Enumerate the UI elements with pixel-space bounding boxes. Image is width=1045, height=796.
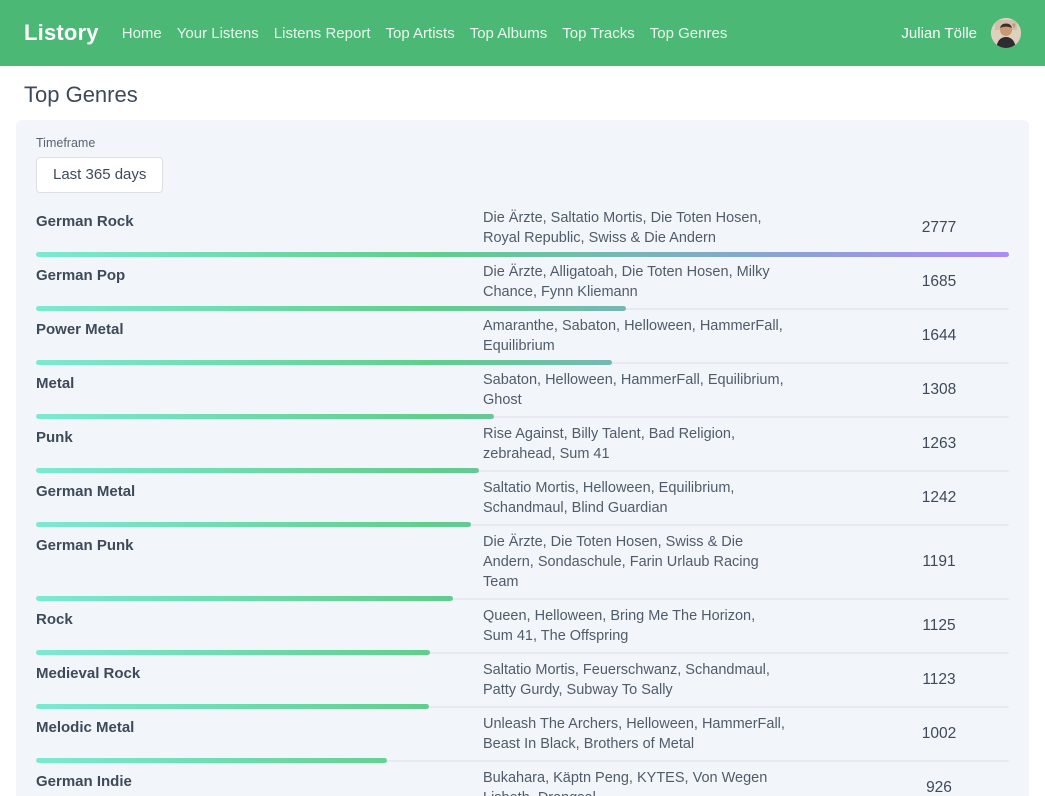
user-avatar-icon: [991, 18, 1021, 48]
genre-bar: [36, 704, 1009, 709]
genre-row: German Indie Bukahara, Käptn Peng, KYTES…: [36, 763, 1009, 796]
genre-bar-fill: [36, 360, 612, 365]
genre-name: German Rock: [36, 208, 483, 232]
genre-row: German Rock Die Ärzte, Saltatio Mortis, …: [36, 203, 1009, 257]
genre-bar: [36, 306, 1009, 311]
genre-row: Melodic Metal Unleash The Archers, Hello…: [36, 709, 1009, 763]
main-nav: Home Your Listens Listens Report Top Artist…: [122, 25, 728, 42]
genre-bar: [36, 758, 1009, 763]
user-name: Julian Tölle: [901, 25, 977, 42]
genre-row: German Metal Saltatio Mortis, Helloween,…: [36, 473, 1009, 527]
genre-name: Metal: [36, 370, 483, 394]
timeframe-select[interactable]: Last 365 days: [36, 157, 163, 193]
nav-item-top-tracks[interactable]: Top Tracks: [562, 25, 635, 42]
genre-top-artists: Saltatio Mortis, Feuerschwanz, Schandmau…: [483, 660, 788, 700]
nav-item-top-genres[interactable]: Top Genres: [650, 25, 728, 42]
genre-listen-count: 1002: [869, 725, 1009, 743]
nav-item-top-artists[interactable]: Top Artists: [386, 25, 455, 42]
genre-listen-count: 1242: [869, 489, 1009, 507]
genre-listen-count: 2777: [869, 219, 1009, 237]
genre-bar: [36, 414, 1009, 419]
genre-row: Punk Rise Against, Billy Talent, Bad Rel…: [36, 419, 1009, 473]
genre-name: Melodic Metal: [36, 714, 483, 738]
genre-listen-count: 1123: [869, 671, 1009, 689]
genre-name: German Metal: [36, 478, 483, 502]
genres-list: German Rock Die Ärzte, Saltatio Mortis, …: [36, 203, 1009, 796]
genre-listen-count: 1308: [869, 381, 1009, 399]
genre-top-artists: Rise Against, Billy Talent, Bad Religion…: [483, 424, 788, 464]
genre-row: Rock Queen, Helloween, Bring Me The Hori…: [36, 601, 1009, 655]
genre-bar-fill: [36, 468, 479, 473]
genre-name: Rock: [36, 606, 483, 630]
genre-name: German Indie: [36, 768, 483, 792]
genre-bar: [36, 650, 1009, 655]
genre-row: German Punk Die Ärzte, Die Toten Hosen, …: [36, 527, 1009, 601]
genre-top-artists: Die Ärzte, Alligatoah, Die Toten Hosen, …: [483, 262, 788, 302]
genre-listen-count: 1263: [869, 435, 1009, 453]
genre-listen-count: 1191: [869, 553, 1009, 571]
genre-bar: [36, 596, 1009, 601]
timeframe-label: Timeframe: [36, 136, 1009, 151]
genre-top-artists: Unleash The Archers, Helloween, HammerFa…: [483, 714, 788, 754]
genre-name: German Punk: [36, 532, 483, 556]
genre-bar-fill: [36, 596, 453, 601]
top-navigation-bar: Listory Home Your Listens Listens Report To…: [0, 0, 1045, 66]
genre-top-artists: Sabaton, Helloween, HammerFall, Equilibr…: [483, 370, 788, 410]
genre-row: Power Metal Amaranthe, Sabaton, Hellowee…: [36, 311, 1009, 365]
genre-top-artists: Die Ärzte, Die Toten Hosen, Swiss & Die …: [483, 532, 788, 592]
genre-top-artists: Amaranthe, Sabaton, Helloween, HammerFal…: [483, 316, 788, 356]
page-title: Top Genres: [24, 82, 1045, 108]
app-logo[interactable]: Listory: [24, 20, 99, 46]
top-genres-card: Timeframe Last 365 days German Rock Die …: [16, 120, 1029, 796]
nav-item-top-albums[interactable]: Top Albums: [470, 25, 548, 42]
genre-listen-count: 1644: [869, 327, 1009, 345]
nav-item-listens-report[interactable]: Listens Report: [274, 25, 371, 42]
genre-bar-fill: [36, 252, 1009, 257]
genre-name: Punk: [36, 424, 483, 448]
genre-top-artists: Saltatio Mortis, Helloween, Equilibrium,…: [483, 478, 788, 518]
genre-row: Medieval Rock Saltatio Mortis, Feuerschw…: [36, 655, 1009, 709]
genre-top-artists: Bukahara, Käptn Peng, KYTES, Von Wegen L…: [483, 768, 788, 796]
genre-row: German Pop Die Ärzte, Alligatoah, Die To…: [36, 257, 1009, 311]
genre-bar: [36, 468, 1009, 473]
genre-bar-fill: [36, 522, 471, 527]
user-menu[interactable]: Julian Tölle: [901, 18, 1021, 48]
genre-bar: [36, 252, 1009, 257]
genre-name: Power Metal: [36, 316, 483, 340]
genre-row: Metal Sabaton, Helloween, HammerFall, Eq…: [36, 365, 1009, 419]
genre-bar-fill: [36, 414, 494, 419]
genre-bar-fill: [36, 306, 626, 311]
genre-bar: [36, 522, 1009, 527]
genre-bar-fill: [36, 704, 429, 709]
genre-name: German Pop: [36, 262, 483, 286]
genre-bar-fill: [36, 650, 430, 655]
genre-name: Medieval Rock: [36, 660, 483, 684]
genre-listen-count: 926: [869, 779, 1009, 796]
genre-bar: [36, 360, 1009, 365]
nav-item-home[interactable]: Home: [122, 25, 162, 42]
genre-listen-count: 1685: [869, 273, 1009, 291]
genre-top-artists: Die Ärzte, Saltatio Mortis, Die Toten Ho…: [483, 208, 788, 248]
page-content: Top Genres Timeframe Last 365 days Germa…: [0, 82, 1045, 796]
nav-item-your-listens[interactable]: Your Listens: [177, 25, 259, 42]
genre-bar-fill: [36, 758, 387, 763]
genre-listen-count: 1125: [869, 617, 1009, 635]
genre-top-artists: Queen, Helloween, Bring Me The Horizon, …: [483, 606, 788, 646]
